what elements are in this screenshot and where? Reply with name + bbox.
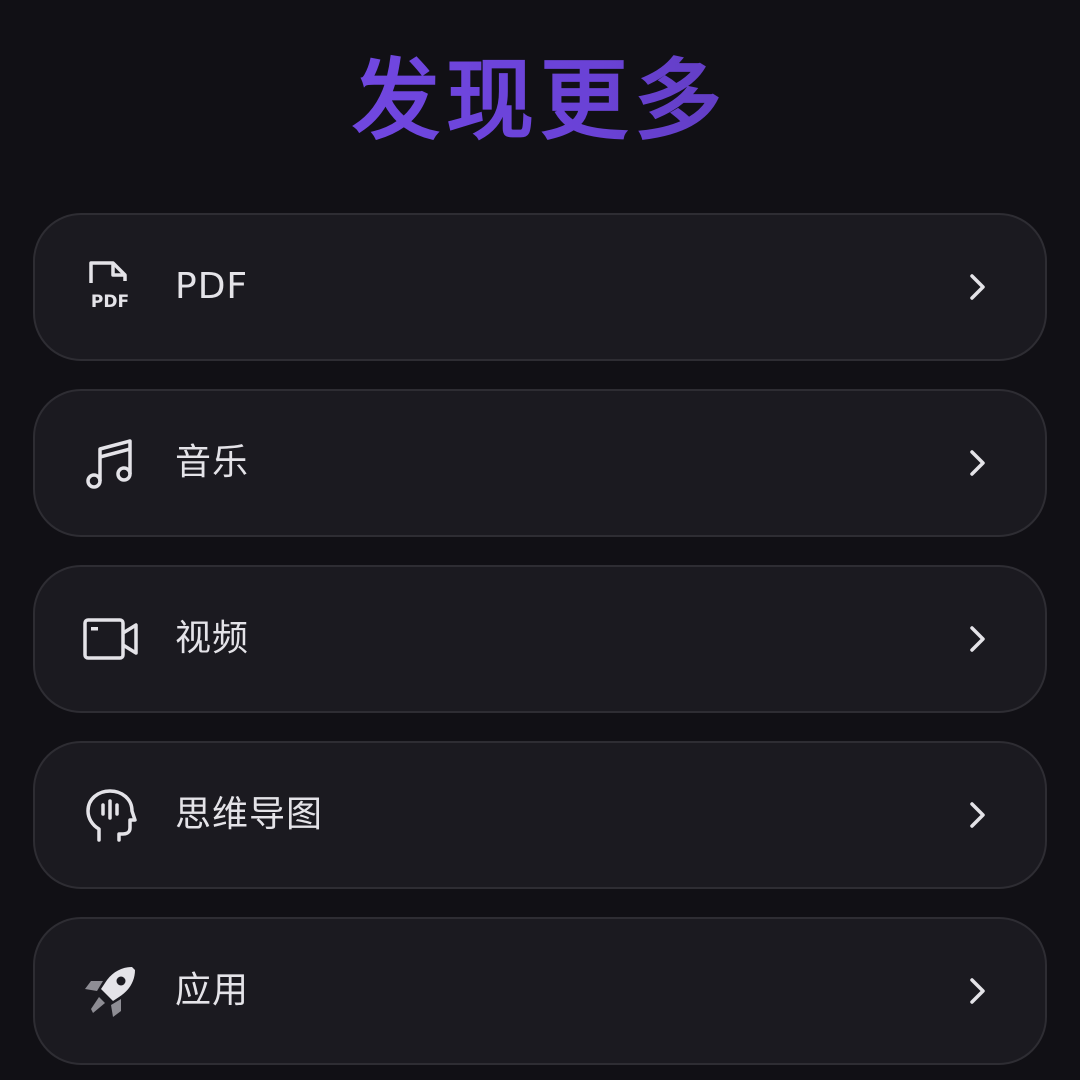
chevron-right-icon bbox=[961, 799, 993, 831]
music-note-icon bbox=[83, 435, 139, 491]
svg-text:PDF: PDF bbox=[91, 292, 129, 312]
chevron-right-icon bbox=[961, 447, 993, 479]
page-title: 发现更多 bbox=[0, 46, 1080, 156]
pdf-file-icon: PDF bbox=[83, 259, 139, 315]
menu-item-apps[interactable]: 应用 bbox=[33, 917, 1047, 1065]
menu-item-label: PDF bbox=[175, 266, 249, 307]
chevron-right-icon bbox=[961, 271, 993, 303]
menu-item-pdf[interactable]: PDF PDF bbox=[33, 213, 1047, 361]
menu-item-label: 音乐 bbox=[175, 442, 250, 483]
menu-item-music[interactable]: 音乐 bbox=[33, 389, 1047, 537]
mind-map-head-icon bbox=[83, 787, 139, 843]
chevron-right-icon bbox=[961, 975, 993, 1007]
menu-item-mind-map[interactable]: 思维导图 bbox=[33, 741, 1047, 889]
video-camera-icon bbox=[83, 611, 139, 667]
chevron-right-icon bbox=[961, 623, 993, 655]
menu-item-label: 应用 bbox=[175, 970, 250, 1011]
menu-item-label: 思维导图 bbox=[175, 794, 324, 835]
rocket-icon bbox=[83, 963, 139, 1019]
menu-item-video[interactable]: 视频 bbox=[33, 565, 1047, 713]
menu-item-label: 视频 bbox=[175, 618, 250, 659]
menu-list: PDF PDF 音乐 视频 思维导图 应用 bbox=[33, 213, 1047, 1065]
